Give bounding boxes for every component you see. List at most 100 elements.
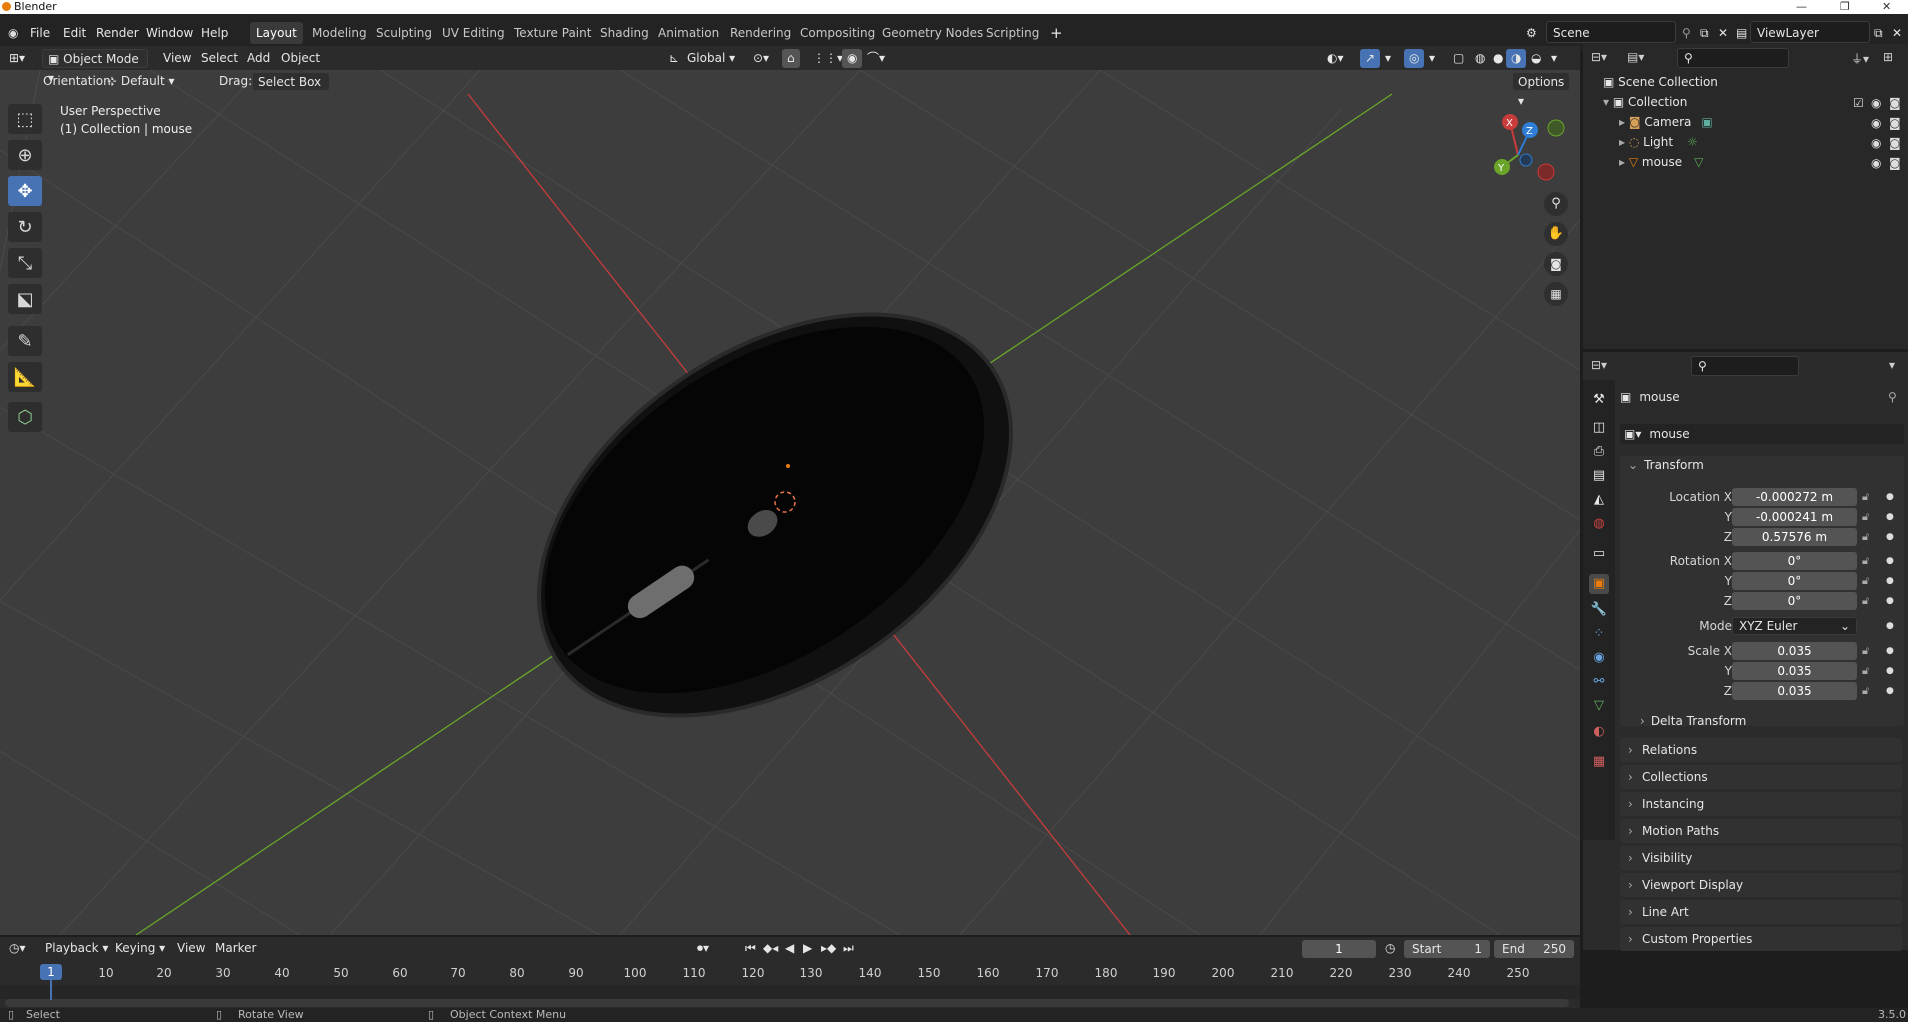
menu-view[interactable]: View (158, 49, 196, 68)
menu-add[interactable]: Add (242, 49, 275, 68)
keyframe-dot-icon[interactable]: ● (1886, 621, 1894, 631)
custom-properties-panel[interactable]: › Custom Properties (1620, 927, 1902, 951)
menu-window[interactable]: Window (140, 22, 199, 44)
gizmo-menu-icon[interactable]: ▾ (1380, 49, 1396, 68)
marker-menu[interactable]: Marker (210, 939, 261, 958)
location-z-field[interactable]: 0.57576 m (1732, 528, 1857, 546)
collections-panel[interactable]: › Collections (1620, 765, 1902, 789)
menu-edit[interactable]: Edit (57, 22, 92, 44)
collection-tab-icon[interactable]: ▭ (1589, 544, 1609, 564)
eye-icon[interactable]: ◉ (1871, 156, 1881, 170)
remove-view-layer-icon[interactable]: ✕ (1886, 22, 1908, 44)
relations-panel[interactable]: › Relations (1620, 738, 1902, 762)
playback-menu[interactable]: Playback ▾ (40, 939, 113, 958)
modifier-tab-icon[interactable]: 🔧 (1589, 600, 1609, 620)
location-y-field[interactable]: -0.000241 m (1732, 508, 1857, 526)
drag-dropdown[interactable]: Select Box (252, 72, 330, 91)
particles-tab-icon[interactable]: ⁘ (1589, 624, 1609, 644)
outliner-item-mouse[interactable]: ▸ ▽ mouse ▽ (1619, 152, 1703, 172)
object-name-field[interactable]: ▣▾ mouse (1620, 424, 1904, 444)
shading-menu-icon[interactable]: ▾ (1546, 49, 1562, 68)
tab-shading[interactable]: Shading (594, 22, 655, 44)
tab-scripting[interactable]: Scripting (980, 22, 1045, 44)
pin-icon[interactable]: ⚲ (1888, 390, 1897, 404)
lock-icon[interactable]: 🔓︎ (1862, 644, 1869, 658)
tab-modeling[interactable]: Modeling (306, 22, 373, 44)
lock-icon[interactable]: 🔓︎ (1862, 510, 1869, 524)
menu-help[interactable]: Help (195, 22, 234, 44)
lock-icon[interactable]: 🔓︎ (1862, 490, 1869, 504)
camera-icon[interactable]: ◙ (1889, 156, 1901, 170)
menu-select[interactable]: Select (196, 49, 243, 68)
orientation-dropdown[interactable]: ⊹ Default ▾ (102, 72, 200, 91)
blender-menu-icon[interactable]: ◉ (2, 22, 24, 44)
keyframe-dot-icon[interactable]: ● (1886, 596, 1894, 606)
motion-paths-panel[interactable]: › Motion Paths (1620, 819, 1902, 843)
tool-tab-icon[interactable]: ⚒ (1589, 390, 1609, 410)
outliner-scene-collection[interactable]: ▣ Scene Collection (1603, 72, 1718, 92)
clock-icon[interactable]: ◷ (1380, 939, 1400, 958)
mouse-object[interactable] (466, 232, 1085, 799)
close-icon[interactable]: ✕ (1882, 0, 1891, 13)
play-reverse-icon[interactable]: ◀ (780, 939, 799, 958)
eye-icon[interactable]: ◉ (1871, 116, 1881, 130)
scale-tool-icon[interactable]: ⤡ (8, 248, 42, 278)
outliner-item-camera[interactable]: ▸ ◙ Camera ▣ (1619, 112, 1713, 132)
outliner-editor-icon[interactable]: ⊟▾ (1591, 50, 1607, 64)
timeline-editor-icon[interactable]: ◷▾ (4, 939, 31, 958)
pan-hand-icon[interactable]: ✋ (1544, 222, 1568, 246)
lock-icon[interactable]: 🔓︎ (1862, 684, 1869, 698)
rotation-x-field[interactable]: 0° (1732, 552, 1857, 570)
overlay-toggle-icon[interactable]: ◎ (1404, 49, 1425, 68)
eye-icon[interactable]: ◉ (1871, 136, 1881, 150)
select-box-tool-icon[interactable]: ⬚ (8, 104, 42, 134)
move-tool-icon[interactable]: ✥ (8, 176, 42, 206)
lock-icon[interactable]: 🔓︎ (1862, 574, 1869, 588)
falloff-icon[interactable]: ⌒▾ (862, 49, 890, 68)
cursor-tool-icon[interactable]: ⊕ (8, 140, 42, 170)
editor-type-icon[interactable]: ⊞▾ (4, 49, 30, 68)
expand-icon[interactable]: ▾ (1603, 95, 1613, 109)
display-mode-icon[interactable]: ▤▾ (1627, 50, 1644, 64)
tab-rendering[interactable]: Rendering (724, 22, 797, 44)
physics-tab-icon[interactable]: ◉ (1589, 648, 1609, 668)
transform-header[interactable]: ⌄ Transform (1628, 458, 1704, 472)
keyframe-dot-icon[interactable]: ● (1886, 646, 1894, 656)
menu-render[interactable]: Render (90, 22, 145, 44)
outliner-collection[interactable]: ▾ ▣ Collection (1603, 92, 1687, 112)
lock-icon[interactable]: 🔓︎ (1862, 664, 1869, 678)
object-tab-icon[interactable]: ▣ (1589, 574, 1609, 594)
camera-icon[interactable]: ◙ (1889, 96, 1901, 110)
scale-x-field[interactable]: 0.035 (1732, 642, 1857, 660)
camera-icon[interactable]: ◙ (1889, 116, 1901, 130)
view-layer-tab-icon[interactable]: ▤ (1589, 466, 1609, 486)
transform-orientation-dropdown[interactable]: Global ▾ (682, 49, 740, 68)
expand-icon[interactable]: ▸ (1619, 135, 1629, 149)
overlay-menu-icon[interactable]: ▾ (1424, 49, 1440, 68)
xray-icon[interactable]: ▢ (1448, 49, 1469, 68)
menu-object[interactable]: Object (276, 49, 325, 68)
proportional-edit-icon[interactable]: ◉ (842, 49, 863, 68)
snap-icon[interactable]: ⌂ (782, 49, 800, 68)
constraints-tab-icon[interactable]: ⚯ (1589, 672, 1609, 692)
scene-tab-icon[interactable]: ◭ (1589, 490, 1609, 510)
end-frame-field[interactable]: End 250 (1494, 940, 1574, 958)
navigation-gizmo[interactable]: X Z Y (1488, 110, 1568, 190)
camera-view-icon[interactable]: ◙ (1544, 252, 1568, 276)
keyframe-dot-icon[interactable]: ● (1886, 492, 1894, 502)
tab-uv-editing[interactable]: UV Editing (436, 22, 511, 44)
rotation-mode-dropdown[interactable]: XYZ Euler ⌄ (1732, 617, 1857, 635)
outliner-search-input[interactable]: ⚲ (1677, 48, 1789, 68)
properties-options-icon[interactable]: ▾ (1889, 358, 1895, 372)
world-tab-icon[interactable]: ◍ (1589, 514, 1609, 534)
zoom-icon[interactable]: ⚲ (1544, 192, 1568, 216)
view-layer-field[interactable]: ViewLayer (1750, 21, 1870, 43)
tab-compositing[interactable]: Compositing (794, 22, 881, 44)
keyframe-dot-icon[interactable]: ● (1886, 556, 1894, 566)
delta-transform-subpanel[interactable]: › Delta Transform (1640, 714, 1746, 728)
render-tab-icon[interactable]: ◫ (1589, 418, 1609, 438)
timeline-track[interactable] (0, 985, 1580, 999)
texture-tab-icon[interactable]: ▦ (1589, 752, 1609, 772)
rendered-shading-icon[interactable]: ◒ (1526, 49, 1546, 68)
eye-icon[interactable]: ◉ (1871, 96, 1881, 110)
